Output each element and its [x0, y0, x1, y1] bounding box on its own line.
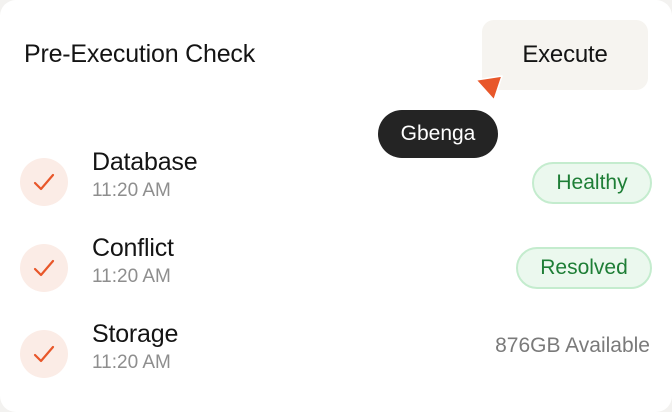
check-time: 11:20 AM — [92, 180, 171, 201]
check-time: 11:20 AM — [92, 352, 171, 373]
check-row-conflict: Conflict 11:20 AM Resolved — [0, 234, 672, 316]
pointer-cursor-icon — [475, 75, 503, 101]
storage-status: 876GB Available — [495, 334, 650, 357]
check-row-storage: Storage 11:20 AM 876GB Available — [0, 320, 672, 402]
execute-button[interactable]: Execute — [482, 20, 648, 90]
check-row-database: Database 11:20 AM Healthy — [0, 148, 672, 230]
check-name: Storage — [92, 320, 179, 348]
check-time: 11:20 AM — [92, 266, 171, 287]
status-badge: Healthy — [532, 162, 652, 204]
pre-execution-card: Pre-Execution Check Execute Gbenga Datab… — [0, 0, 672, 412]
check-icon — [20, 158, 68, 206]
status-badge: Resolved — [516, 247, 652, 289]
check-icon — [20, 330, 68, 378]
check-name: Conflict — [92, 234, 174, 262]
check-name: Database — [92, 148, 198, 176]
page-title: Pre-Execution Check — [24, 40, 256, 68]
check-icon — [20, 244, 68, 292]
